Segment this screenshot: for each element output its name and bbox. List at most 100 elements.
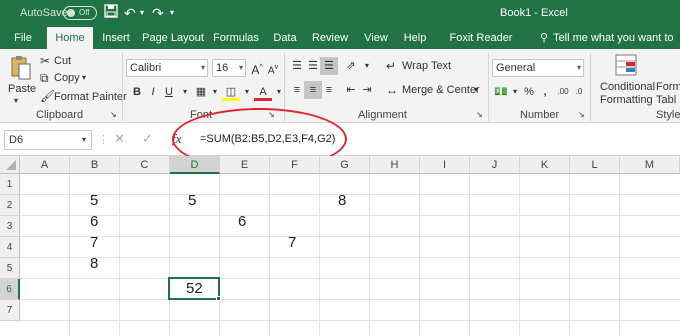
select-all-corner[interactable] bbox=[0, 156, 20, 174]
tab-home[interactable]: Home bbox=[47, 27, 93, 49]
column-header-k[interactable]: K bbox=[520, 156, 570, 174]
conditional-formatting-label-2[interactable]: Formatting bbox=[600, 94, 653, 106]
chevron-down-icon: ▾ bbox=[238, 63, 243, 72]
decrease-font-size-icon[interactable]: Av bbox=[264, 59, 282, 77]
font-size-select[interactable]: 16 ▾ bbox=[212, 59, 246, 77]
save-icon[interactable] bbox=[104, 4, 118, 22]
tab-data[interactable]: Data bbox=[270, 27, 300, 49]
row-header-7[interactable]: 7 bbox=[0, 300, 20, 321]
align-bottom-icon[interactable]: ☰ bbox=[320, 57, 338, 75]
column-header-d[interactable]: D bbox=[170, 156, 220, 174]
copy-button[interactable]: Copy bbox=[54, 72, 80, 84]
format-painter-icon[interactable]: 🖌 bbox=[40, 89, 55, 103]
title-bar: AutoSave Off ↶ ▾ ↷ ▾ Book1 - Excel bbox=[0, 0, 680, 27]
column-header-j[interactable]: J bbox=[470, 156, 520, 174]
row-header-4[interactable]: 4 bbox=[0, 237, 20, 258]
cut-button[interactable]: Cut bbox=[54, 55, 71, 67]
row-header-3[interactable]: 3 bbox=[0, 216, 20, 237]
tab-page-layout[interactable]: Page Layout bbox=[142, 27, 204, 49]
paste-dropdown-icon[interactable]: ▾ bbox=[14, 96, 18, 105]
conditional-formatting-icon[interactable] bbox=[614, 53, 638, 80]
font-color-dropdown-icon[interactable]: ▾ bbox=[270, 83, 288, 101]
tab-formulas[interactable]: Formulas bbox=[210, 27, 262, 49]
insert-function-icon[interactable]: fx bbox=[172, 131, 181, 147]
format-painter-button[interactable]: Format Painter bbox=[54, 91, 127, 103]
cell-b5[interactable]: 8 bbox=[90, 255, 98, 272]
redo-icon[interactable]: ↷ bbox=[152, 4, 164, 22]
cell-d6: 52 bbox=[186, 280, 203, 297]
increase-indent-icon[interactable]: ⇥ bbox=[358, 81, 376, 99]
tab-insert[interactable]: Insert bbox=[98, 27, 134, 49]
column-header-h[interactable]: H bbox=[370, 156, 420, 174]
tab-view[interactable]: View bbox=[360, 27, 392, 49]
paste-button[interactable]: Paste bbox=[8, 83, 36, 95]
clipboard-launcher-icon[interactable]: ↘ bbox=[110, 110, 117, 119]
number-format-select[interactable]: General ▾ bbox=[492, 59, 584, 77]
column-header-c[interactable]: C bbox=[120, 156, 170, 174]
comma-style-icon[interactable]: , bbox=[536, 83, 554, 101]
tab-foxit-reader-pdf[interactable]: Foxit Reader PDF bbox=[438, 27, 524, 66]
align-right-icon[interactable]: ≡ bbox=[320, 81, 338, 99]
column-header-g[interactable]: G bbox=[320, 156, 370, 174]
conditional-formatting-label-1[interactable]: Conditional bbox=[600, 81, 655, 93]
styles-group-label: Styles bbox=[656, 109, 680, 121]
alignment-launcher-icon[interactable]: ↘ bbox=[476, 110, 483, 119]
ribbon-separator bbox=[284, 53, 285, 121]
cell-b3[interactable]: 6 bbox=[90, 213, 98, 230]
cell-e3[interactable]: 6 bbox=[238, 213, 246, 230]
formula-bar: D6 ▾ ⋮ ✕ ✓ fx =SUM(B2:B5,D2,E3,F4,G2) bbox=[0, 124, 680, 156]
formula-input[interactable]: =SUM(B2:B5,D2,E3,F4,G2) bbox=[200, 133, 335, 145]
ribbon-tabs: File Home Insert Page Layout Formulas Da… bbox=[0, 27, 680, 66]
active-cell-d6[interactable]: 52 bbox=[168, 277, 220, 300]
number-launcher-icon[interactable]: ↘ bbox=[578, 110, 585, 119]
merge-center-icon[interactable]: ↔ bbox=[386, 83, 398, 97]
tell-me-box[interactable]: ⚲Tell me what you want to do bbox=[540, 27, 680, 66]
column-header-i[interactable]: I bbox=[420, 156, 470, 174]
format-as-table-label-2[interactable]: Tabl bbox=[656, 94, 676, 106]
cancel-icon[interactable]: ✕ bbox=[114, 131, 125, 147]
cell-b2[interactable]: 5 bbox=[90, 192, 98, 209]
name-box[interactable]: D6 bbox=[4, 130, 92, 150]
format-as-table-label-1[interactable]: Form bbox=[656, 81, 680, 93]
copy-icon[interactable]: ⧉ bbox=[40, 71, 49, 85]
column-header-b[interactable]: B bbox=[70, 156, 120, 174]
cell-f4[interactable]: 7 bbox=[288, 234, 296, 251]
cut-icon[interactable]: ✂ bbox=[40, 54, 50, 68]
column-header-l[interactable]: L bbox=[570, 156, 620, 174]
undo-dropdown-icon[interactable]: ▾ bbox=[140, 4, 144, 22]
column-header-f[interactable]: F bbox=[270, 156, 320, 174]
fill-handle[interactable] bbox=[216, 296, 221, 301]
cell-d2[interactable]: 5 bbox=[188, 192, 196, 209]
row-header-5[interactable]: 5 bbox=[0, 258, 20, 279]
font-launcher-icon[interactable]: ↘ bbox=[268, 110, 275, 119]
wrap-text-button[interactable]: Wrap Text bbox=[402, 60, 451, 72]
orientation-dropdown-icon[interactable]: ▾ bbox=[358, 57, 376, 75]
undo-icon[interactable]: ↶ bbox=[124, 4, 136, 22]
row-header-2[interactable]: 2 bbox=[0, 195, 20, 216]
name-box-dropdown-icon[interactable]: ▾ bbox=[82, 135, 86, 144]
paste-icon[interactable] bbox=[10, 55, 32, 84]
customize-qat-icon[interactable]: ▾ bbox=[170, 4, 174, 22]
merge-dropdown-icon[interactable]: ▾ bbox=[474, 85, 478, 94]
ribbon-separator bbox=[590, 53, 591, 121]
wrap-text-icon[interactable]: ↵ bbox=[386, 59, 396, 73]
tab-file[interactable]: File bbox=[8, 27, 38, 49]
cell-g2[interactable]: 8 bbox=[338, 192, 346, 209]
tab-review[interactable]: Review bbox=[310, 27, 350, 49]
column-header-e[interactable]: E bbox=[220, 156, 270, 174]
gridline bbox=[20, 194, 680, 195]
cell-b4[interactable]: 7 bbox=[90, 234, 98, 251]
decrease-decimal-icon[interactable]: .0 bbox=[570, 83, 588, 101]
merge-center-button[interactable]: Merge & Center bbox=[402, 84, 480, 96]
enter-icon[interactable]: ✓ bbox=[142, 131, 153, 147]
tab-help[interactable]: Help bbox=[400, 27, 430, 49]
copy-dropdown-icon[interactable]: ▾ bbox=[82, 73, 86, 82]
font-name-select[interactable]: Calibri ▾ bbox=[126, 59, 208, 77]
column-header-a[interactable]: A bbox=[20, 156, 70, 174]
gridline bbox=[469, 174, 470, 336]
spreadsheet-grid[interactable]: A B C D E F G H I J K L M 1 2 3 4 5 6 7 … bbox=[0, 156, 680, 336]
row-header-1[interactable]: 1 bbox=[0, 174, 20, 195]
row-header-6[interactable]: 6 bbox=[0, 279, 20, 300]
column-header-m[interactable]: M bbox=[620, 156, 680, 174]
autosave-toggle[interactable]: Off bbox=[63, 6, 97, 20]
